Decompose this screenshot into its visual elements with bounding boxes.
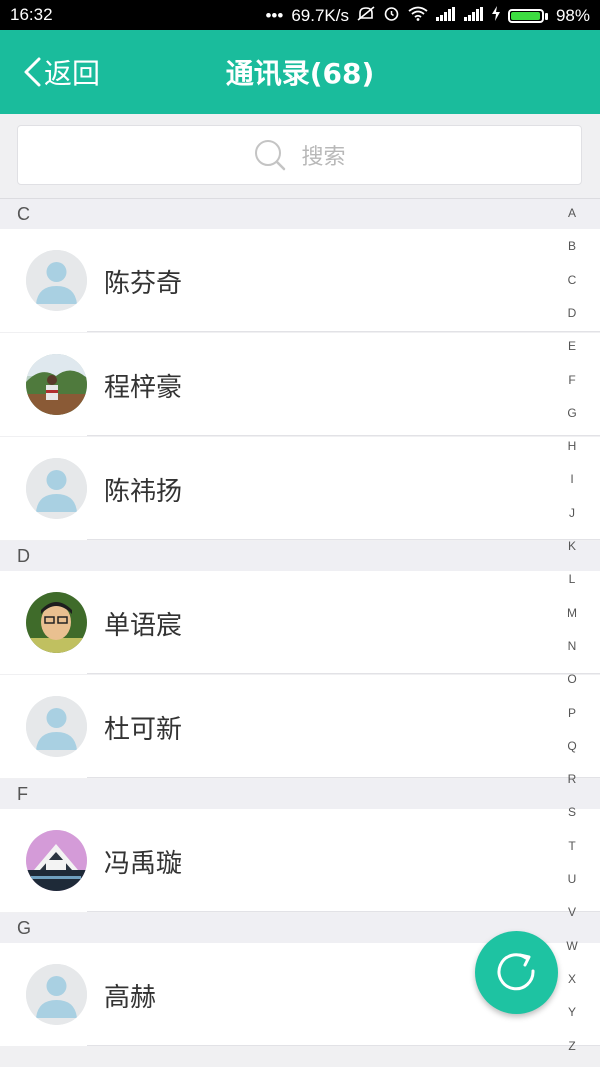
contact-name: 单语宸: [104, 611, 183, 641]
section-header: C: [0, 199, 600, 229]
contact-name: 陈芬奇: [104, 269, 183, 299]
page-title: 通讯录(68): [225, 57, 375, 90]
section-header: F: [0, 779, 600, 809]
index-letter[interactable]: W: [562, 939, 582, 953]
index-letter[interactable]: H: [562, 439, 582, 453]
index-letter[interactable]: F: [562, 373, 582, 387]
contact-row[interactable]: 陈芬奇: [0, 229, 600, 332]
index-letter[interactable]: R: [562, 772, 582, 786]
default-avatar: [26, 458, 87, 519]
wifi-icon: [408, 6, 428, 26]
mute-icon: [357, 5, 375, 27]
index-letter[interactable]: U: [562, 872, 582, 886]
status-icons: ••• 69.7K/s 98%: [265, 5, 590, 27]
contact-row[interactable]: 杜可新: [0, 675, 600, 778]
search-placeholder: 搜索: [301, 145, 346, 170]
more-dots-icon: •••: [265, 6, 284, 25]
search-bar: 搜索: [0, 114, 600, 199]
row-divider: [87, 539, 600, 540]
photo-avatar: [26, 592, 87, 653]
default-avatar: [26, 696, 87, 757]
index-letter[interactable]: V: [562, 905, 582, 919]
app-header: 返回 通讯录(68): [0, 30, 600, 114]
contact-row[interactable]: 陈祎扬: [0, 437, 600, 540]
photo-avatar: [26, 354, 87, 415]
row-divider: [87, 331, 600, 332]
search-input[interactable]: 搜索: [17, 125, 582, 185]
index-letter[interactable]: I: [562, 472, 582, 486]
default-avatar: [26, 250, 87, 311]
index-letter[interactable]: P: [562, 706, 582, 720]
signal-icon: [463, 6, 484, 26]
index-letter[interactable]: L: [562, 572, 582, 586]
contact-row[interactable]: 冯禹璇: [0, 809, 600, 912]
index-letter[interactable]: E: [562, 339, 582, 353]
row-divider: [87, 1045, 600, 1046]
contact-name: 陈祎扬: [104, 477, 183, 507]
index-letter[interactable]: A: [562, 206, 582, 220]
row-divider: [87, 673, 600, 674]
battery-percent: 98%: [555, 6, 590, 25]
index-letter[interactable]: J: [562, 506, 582, 520]
row-divider: [87, 911, 600, 912]
index-letter[interactable]: G: [562, 406, 582, 420]
refresh-button[interactable]: [475, 931, 558, 1014]
network-speed: 69.7K/s: [291, 6, 349, 25]
index-letter[interactable]: S: [562, 805, 582, 819]
index-letter[interactable]: O: [562, 672, 582, 686]
index-letter[interactable]: T: [562, 839, 582, 853]
contact-name: 高赫: [104, 983, 157, 1013]
alarm-icon: [383, 5, 400, 27]
row-divider: [87, 777, 600, 778]
signal-icon: [435, 6, 456, 26]
status-bar: 16:32 ••• 69.7K/s 98%: [0, 0, 600, 30]
contact-name: 程梓豪: [104, 373, 183, 403]
index-letter[interactable]: D: [562, 306, 582, 320]
contact-row[interactable]: 单语宸: [0, 571, 600, 674]
index-letter[interactable]: M: [562, 606, 582, 620]
index-letter[interactable]: Z: [562, 1039, 582, 1053]
contact-row[interactable]: 程梓豪: [0, 333, 600, 436]
default-avatar: [26, 964, 87, 1025]
index-letter[interactable]: B: [562, 239, 582, 253]
row-divider: [87, 435, 600, 436]
photo-avatar: [26, 830, 87, 891]
contact-name: 冯禹璇: [104, 849, 183, 879]
contact-name: 杜可新: [104, 715, 183, 745]
index-letter[interactable]: N: [562, 639, 582, 653]
refresh-icon: [497, 952, 535, 990]
section-header: D: [0, 541, 600, 571]
index-letter[interactable]: X: [562, 972, 582, 986]
status-time: 16:32: [10, 5, 53, 24]
search-icon: [255, 140, 286, 171]
index-letter[interactable]: Y: [562, 1005, 582, 1019]
index-letter[interactable]: C: [562, 273, 582, 287]
index-letter[interactable]: K: [562, 539, 582, 553]
battery-icon: [507, 9, 548, 23]
index-letter[interactable]: Q: [562, 739, 582, 753]
charging-icon: [491, 6, 500, 26]
